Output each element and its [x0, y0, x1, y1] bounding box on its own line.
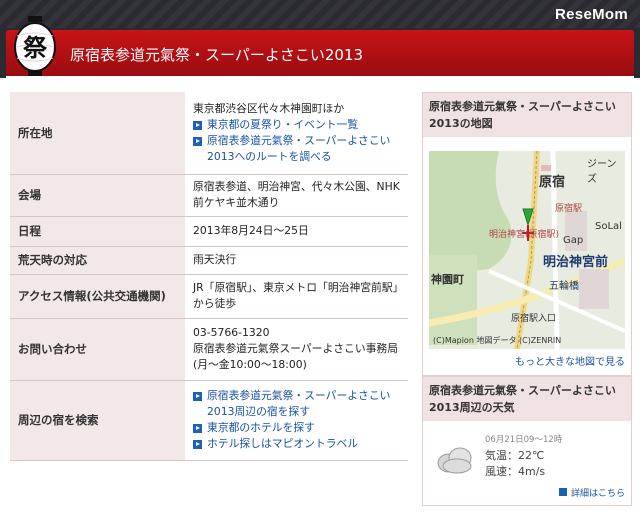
- row-key: 日程: [10, 216, 185, 247]
- table-row: 所在地 東京都渋谷区代々木神園町ほか 東京都の夏祭り・イベント一覧 原宿表参道元…: [10, 92, 408, 175]
- map-label-gorinbashi: 五輪橋: [549, 281, 579, 292]
- row-value: 東京都渋谷区代々木神園町ほか 東京都の夏祭り・イベント一覧 原宿表参道元氣祭・ス…: [185, 92, 408, 175]
- row-key: 所在地: [10, 92, 185, 175]
- weather-detail-link[interactable]: 詳細はこちら: [558, 486, 625, 499]
- weather-date: 06月21日09～12時: [485, 435, 563, 445]
- map-copyright: (C)Mapion 地図データ (C)ZENRIN: [433, 336, 562, 345]
- event-info-table: 所在地 東京都渋谷区代々木神園町ほか 東京都の夏祭り・イベント一覧 原宿表参道元…: [10, 92, 408, 461]
- map-label-harajuku-st: 原宿駅: [555, 204, 583, 214]
- map-label-gap: Gap: [563, 235, 584, 246]
- table-row: 周辺の宿を検索 原宿表参道元氣祭・スーパーよさこい2013周辺の宿を探す 東京都…: [10, 380, 408, 461]
- main-content: 所在地 東京都渋谷区代々木神園町ほか 東京都の夏祭り・イベント一覧 原宿表参道元…: [6, 76, 634, 516]
- table-row: アクセス情報(公共交通機関) JR「原宿駅」、東京メトロ「明治神宮前駅」から徒歩: [10, 274, 408, 319]
- weather-temp: 気温：22℃: [485, 449, 545, 462]
- lantern-icon: 祭: [14, 16, 56, 76]
- map-label-meiji: 明治神宮(原宿駅): [489, 230, 560, 240]
- map-view[interactable]: 原宿 明治神宮前 神園町 Gap SoLal ジーンズ 五輪橋 原宿駅 明治神宮…: [429, 151, 625, 349]
- lantern-char: 祭: [23, 34, 48, 62]
- map-label-iriguchi: 原宿駅入口: [511, 314, 557, 324]
- table-row: 会場 原宿表参道、明治神宮、代々木公園、NHK前ケヤキ並木通り: [10, 174, 408, 217]
- route-link[interactable]: 原宿表参道元氣祭・スーパーよさこい2013へのルートを調べる: [193, 133, 402, 165]
- mapion-travel-link[interactable]: ホテル探しはマピオントラベル: [193, 436, 402, 452]
- map-label-jingumae: 明治神宮前: [543, 255, 609, 270]
- event-header: 祭 原宿表参道元氣祭・スーパーよさこい2013: [6, 16, 634, 76]
- row-value: 2013年8月24日～25日: [185, 216, 408, 247]
- summer-festival-link[interactable]: 東京都の夏祭り・イベント一覧: [193, 117, 402, 133]
- row-value: 原宿表参道元氣祭・スーパーよさこい2013周辺の宿を探す 東京都のホテルを探す …: [185, 380, 408, 461]
- row-value: 雨天決行: [185, 246, 408, 275]
- row-value: 原宿表参道、明治神宮、代々木公園、NHK前ケヤキ並木通り: [185, 174, 408, 217]
- row-key: 荒天時の対応: [10, 246, 185, 275]
- phone-number: 03-5766-1320: [193, 326, 270, 339]
- table-row: 荒天時の対応 雨天決行: [10, 246, 408, 275]
- row-key: 周辺の宿を検索: [10, 380, 185, 461]
- weather-wind: 風速：4m/s: [485, 465, 546, 478]
- row-value: JR「原宿駅」、東京メトロ「明治神宮前駅」から徒歩: [185, 274, 408, 319]
- table-row: お問い合わせ 03-5766-1320 原宿表参道元氣祭スーパーよさこい事務局(…: [10, 318, 408, 381]
- cloud-icon: [437, 447, 472, 474]
- row-key: お問い合わせ: [10, 318, 185, 381]
- row-value: 03-5766-1320 原宿表参道元氣祭スーパーよさこい事務局(月～金10:0…: [185, 318, 408, 381]
- arrow-icon: [193, 136, 202, 146]
- site-logo[interactable]: ReseMom: [555, 6, 628, 23]
- weather-box-title: 原宿表参道元氣祭・スーパーよさこい2013周辺の天気: [423, 377, 631, 421]
- tokyo-hotels-link[interactable]: 東京都のホテルを探す: [193, 420, 402, 436]
- arrow-icon: [193, 120, 202, 130]
- map-label-jinnanmachi: 神園町: [431, 273, 464, 286]
- map-box: 原宿表参道元氣祭・スーパーよさこい2013の地図 原宿 明治神宮前 神園町 Ga…: [422, 92, 632, 376]
- arrow-icon: [193, 392, 202, 401]
- arrow-icon: [193, 424, 202, 433]
- table-row: 日程 2013年8月24日～25日: [10, 216, 408, 247]
- row-key: 会場: [10, 174, 185, 217]
- arrow-icon: [558, 488, 567, 496]
- row-key: アクセス情報(公共交通機関): [10, 274, 185, 319]
- header-pattern: [0, 0, 640, 28]
- map-label-solal: SoLal: [595, 221, 622, 232]
- contact-office: 原宿表参道元氣祭スーパーよさこい事務局(月～金10:00～18:00): [193, 342, 399, 371]
- arrow-icon: [193, 440, 202, 449]
- map-label-jeans: ジーンズ: [587, 159, 617, 185]
- page-title: 原宿表参道元氣祭・スーパーよさこい2013: [70, 46, 364, 64]
- address-text: 東京都渋谷区代々木神園町ほか: [193, 101, 345, 115]
- weather-box: 原宿表参道元氣祭・スーパーよさこい2013周辺の天気 06月21日09～12時 …: [422, 376, 632, 506]
- map-box-title: 原宿表参道元氣祭・スーパーよさこい2013の地図: [423, 93, 631, 137]
- map-label-harajuku: 原宿: [539, 175, 566, 190]
- nearby-lodging-link[interactable]: 原宿表参道元氣祭・スーパーよさこい2013周辺の宿を探す: [193, 388, 402, 420]
- larger-map-link[interactable]: もっと大きな地図で見る: [515, 353, 625, 368]
